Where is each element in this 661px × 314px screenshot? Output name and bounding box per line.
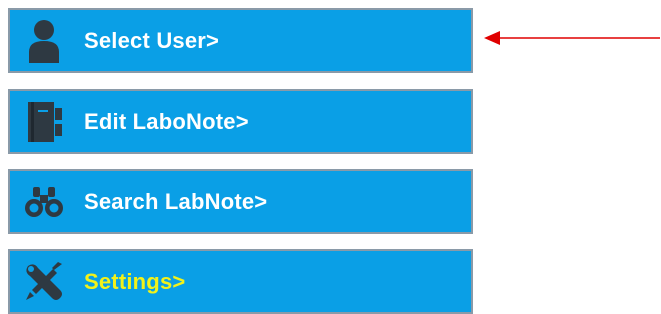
edit-labonote-label: Edit LaboNote> xyxy=(84,108,249,134)
settings-button[interactable]: Settings> xyxy=(8,249,473,314)
search-labnote-label: Search LabNote> xyxy=(84,188,268,214)
edit-labonote-button[interactable]: Edit LaboNote> xyxy=(8,89,473,154)
select-user-label: Select User> xyxy=(84,27,220,53)
notebook-icon xyxy=(20,98,68,146)
user-icon xyxy=(20,17,68,65)
pointer-arrow xyxy=(484,31,660,45)
select-user-button[interactable]: Select User> xyxy=(8,8,473,73)
tools-icon xyxy=(20,258,68,306)
settings-label: Settings> xyxy=(84,268,186,294)
search-labnote-button[interactable]: Search LabNote> xyxy=(8,169,473,234)
binoculars-icon xyxy=(20,178,68,226)
